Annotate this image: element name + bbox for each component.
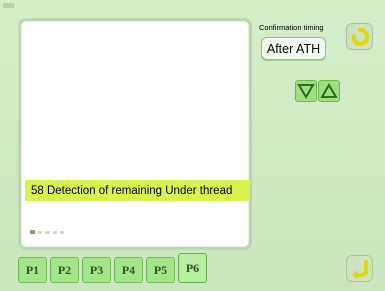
enter-icon — [351, 259, 368, 279]
page-dot — [38, 230, 43, 234]
message-list-panel: 58 Detection of remaining Under thread — [18, 18, 252, 250]
tab-p5[interactable]: P5 — [146, 257, 175, 283]
page-indicator — [30, 230, 65, 234]
pattern-tabs: P1 P2 P3 P4 P5 P6 — [18, 253, 207, 283]
decrease-button[interactable] — [295, 80, 317, 102]
confirmation-timing-value: After ATH — [266, 41, 321, 56]
selected-message-row[interactable]: 58 Detection of remaining Under thread — [25, 180, 250, 201]
confirmation-timing-button[interactable]: After ATH — [261, 37, 326, 60]
page-dot — [52, 230, 57, 234]
triangle-up-icon — [320, 83, 338, 98]
undo-button[interactable] — [346, 23, 373, 50]
tab-label: P6 — [185, 260, 200, 275]
page-dot — [45, 230, 50, 234]
tab-label: P1 — [25, 262, 40, 277]
confirmation-timing-label: Confirmation timing — [259, 23, 324, 32]
increase-button[interactable] — [318, 80, 340, 102]
tab-p1[interactable]: P1 — [18, 257, 47, 283]
message-text: 58 Detection of remaining Under thread — [31, 184, 233, 197]
panel-screen: 58 Detection of remaining Under thread C… — [0, 0, 385, 291]
tab-label: P5 — [153, 262, 168, 277]
tab-p2[interactable]: P2 — [50, 257, 79, 283]
page-dot-active — [30, 230, 36, 234]
triangle-down-icon — [297, 84, 315, 99]
tab-label: P2 — [57, 262, 72, 277]
tab-p6[interactable]: P6 — [178, 253, 207, 283]
page-dot — [59, 230, 65, 234]
tab-label: P3 — [89, 262, 104, 277]
enter-button[interactable] — [346, 255, 373, 282]
top-indicator — [3, 3, 15, 8]
tab-p3[interactable]: P3 — [82, 257, 111, 283]
tab-p4[interactable]: P4 — [114, 257, 143, 283]
tab-label: P4 — [121, 262, 136, 277]
undo-icon — [350, 27, 369, 46]
